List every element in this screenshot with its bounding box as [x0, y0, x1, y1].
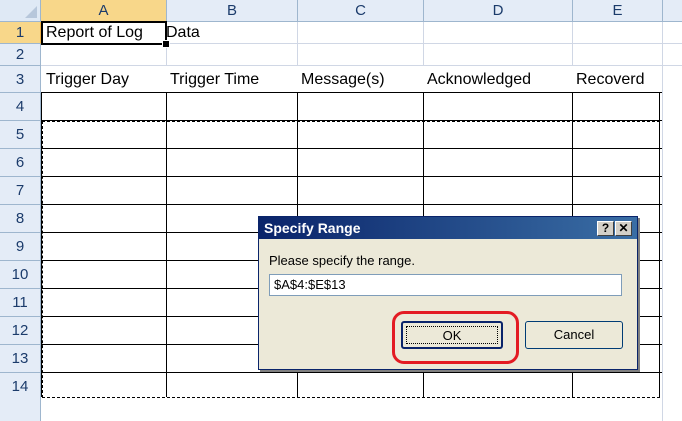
row-header-7[interactable]: 7 [0, 177, 41, 205]
column-header-e[interactable]: E [573, 0, 663, 22]
active-cell-outline [41, 21, 167, 45]
row-header-2[interactable]: 2 [0, 44, 41, 66]
cell-b1[interactable]: Data [166, 22, 200, 44]
row-header-8[interactable]: 8 [0, 205, 41, 233]
dialog-title-bar[interactable]: Specify Range ? ✕ [259, 217, 637, 239]
cancel-button[interactable]: Cancel [525, 321, 623, 349]
cell-a3[interactable]: Trigger Day [46, 69, 129, 91]
select-all-triangle-icon [25, 6, 37, 18]
row-header-6[interactable]: 6 [0, 149, 41, 177]
column-header-b[interactable]: B [167, 0, 298, 22]
column-header-a[interactable]: A [41, 0, 167, 22]
row-header-3[interactable]: 3 [0, 66, 41, 93]
cell-d3[interactable]: Acknowledged [427, 69, 531, 91]
cancel-button-label: Cancel [553, 327, 595, 342]
row-header-11[interactable]: 11 [0, 289, 41, 317]
select-all-corner[interactable] [0, 0, 41, 22]
gridline [662, 22, 663, 421]
close-icon: ✕ [618, 221, 629, 235]
help-button[interactable]: ? [597, 221, 614, 236]
dialog-title: Specify Range [264, 220, 361, 236]
row-header-14[interactable]: 14 [0, 373, 41, 421]
gridline [423, 22, 424, 66]
cell-e3[interactable]: Recoverd [576, 69, 644, 91]
column-header-c[interactable]: C [298, 0, 424, 22]
table-border [41, 92, 662, 93]
column-header-next[interactable] [663, 0, 682, 22]
cell-b3[interactable]: Trigger Time [170, 69, 259, 91]
cell-c3[interactable]: Message(s) [301, 69, 385, 91]
gridline [41, 65, 682, 66]
fill-handle[interactable] [162, 40, 170, 48]
row-header-9[interactable]: 9 [0, 233, 41, 261]
row-header-12[interactable]: 12 [0, 317, 41, 345]
help-icon: ? [601, 221, 610, 235]
range-input[interactable]: $A$4:$E$13 [269, 274, 622, 296]
row-header-10[interactable]: 10 [0, 261, 41, 289]
column-header-d[interactable]: D [424, 0, 573, 22]
row-header-13[interactable]: 13 [0, 345, 41, 373]
close-button[interactable]: ✕ [615, 221, 632, 236]
row-header-1[interactable]: 1 [0, 22, 41, 44]
row-header-5[interactable]: 5 [0, 121, 41, 149]
ok-button-highlight-annotation [392, 311, 519, 364]
dialog-prompt: Please specify the range. [269, 253, 415, 268]
row-header-4[interactable]: 4 [0, 93, 41, 121]
gridline [572, 22, 573, 66]
gridline [297, 22, 298, 66]
